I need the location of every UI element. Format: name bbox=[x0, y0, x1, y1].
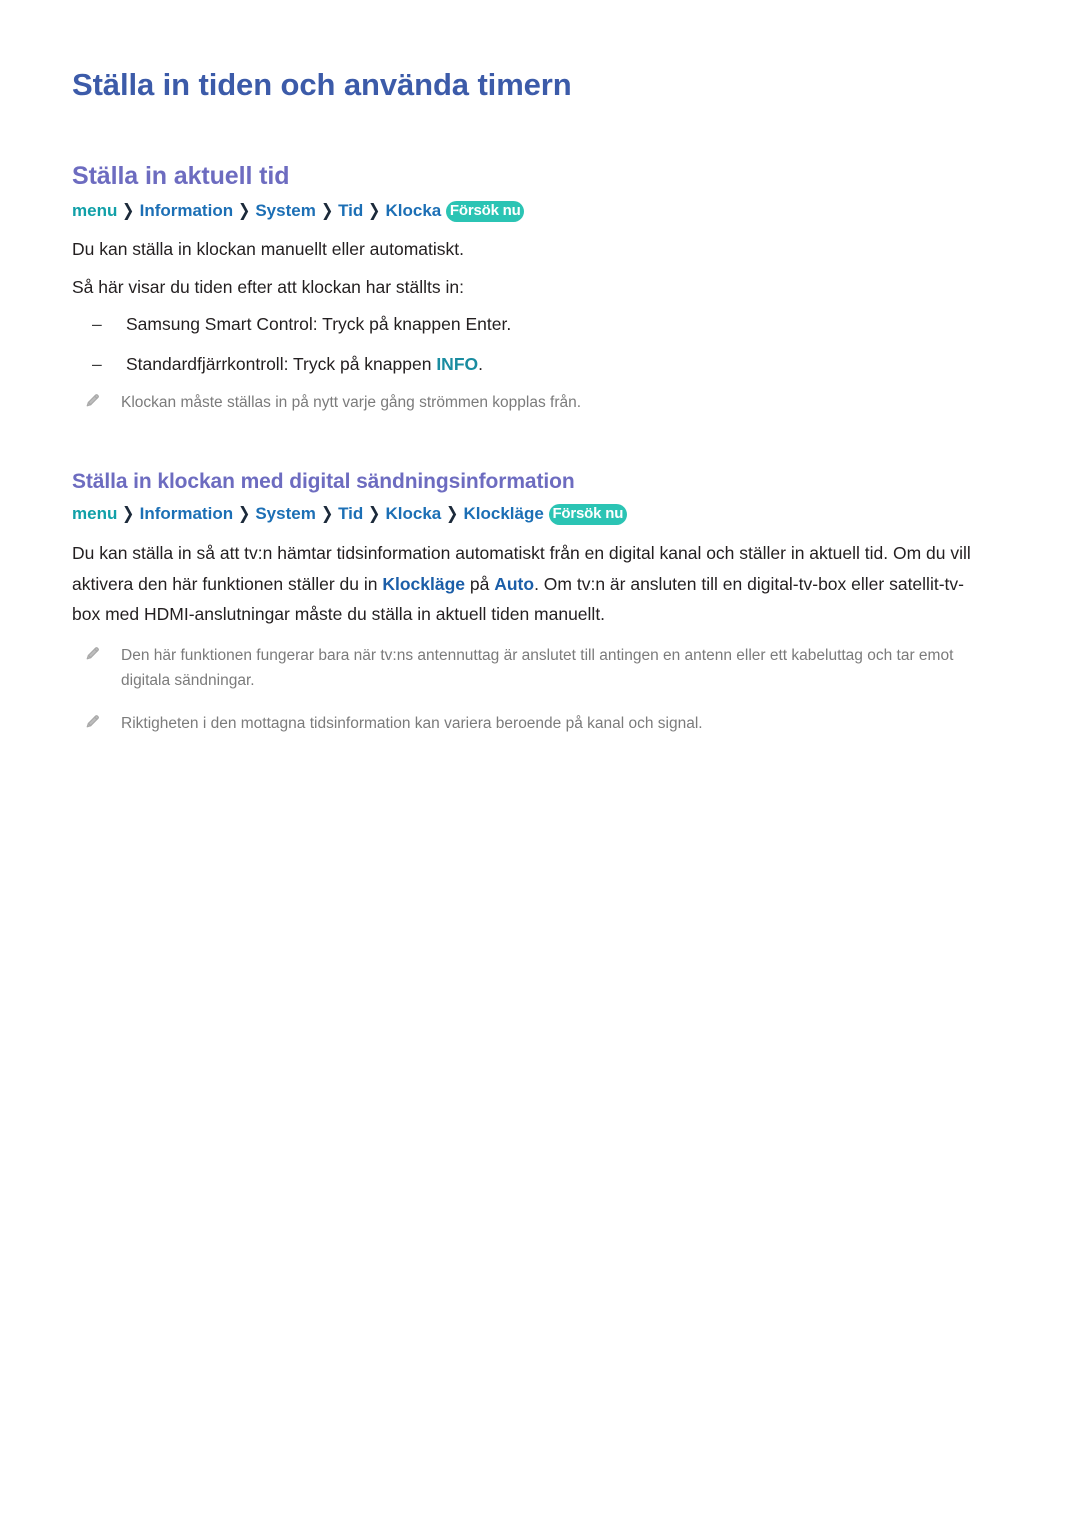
paragraph: Du kan ställa in så att tv:n hämtar tids… bbox=[72, 538, 976, 628]
paragraph: Du kan ställa in klockan manuellt eller … bbox=[72, 239, 464, 260]
note: Den här funktionen fungerar bara när tv:… bbox=[72, 643, 976, 693]
note-text: Klockan måste ställas in på nytt varje g… bbox=[121, 394, 582, 412]
list-item-label: Standardfjärrkontroll: Tryck på knappen bbox=[126, 354, 437, 375]
list-item-label: Samsung Smart Control: Tryck på knappen … bbox=[126, 314, 512, 335]
paragraph-part: på bbox=[465, 573, 495, 594]
breadcrumb-item-klocka[interactable]: Klocka bbox=[386, 504, 442, 523]
section-stalla-in-klockan-digital: Ställa in klockan med digital sändningsi… bbox=[72, 469, 976, 736]
note-text: Riktigheten i den mottagna tidsinformati… bbox=[121, 714, 703, 732]
breadcrumb-item-klocklage[interactable]: Klockläge bbox=[464, 504, 544, 523]
document-page: Ställa in tiden och använda timern Ställ… bbox=[0, 0, 1080, 1527]
chevron-right-icon: ❯ bbox=[368, 201, 381, 221]
note: Riktigheten i den mottagna tidsinformati… bbox=[72, 711, 976, 736]
chevron-right-icon: ❯ bbox=[446, 504, 459, 524]
section-heading: Ställa in klockan med digital sändningsi… bbox=[72, 470, 575, 494]
try-now-badge[interactable]: Försök nu bbox=[446, 201, 525, 223]
breadcrumb: menu ❯ Information ❯ System ❯ Tid ❯ Klocka ❯ Klock… bbox=[72, 503, 976, 526]
auto-highlight: Auto bbox=[494, 573, 535, 594]
klocklage-highlight: Klockläge bbox=[382, 573, 466, 594]
chevron-right-icon: ❯ bbox=[238, 201, 251, 221]
note: Klockan måste ställas in på nytt varje g… bbox=[72, 390, 976, 415]
info-button-highlight: INFO bbox=[436, 354, 479, 375]
pencil-icon bbox=[84, 645, 101, 662]
chevron-right-icon: ❯ bbox=[238, 504, 251, 524]
list-item-label-suffix: . bbox=[478, 354, 483, 375]
note-text: Den här funktionen fungerar bara när tv:… bbox=[121, 646, 954, 689]
instruction-list: – Samsung Smart Control: Tryck på knappen… bbox=[72, 310, 976, 378]
section-heading: Ställa in aktuell tid bbox=[72, 162, 290, 191]
breadcrumb-item-tid[interactable]: Tid bbox=[338, 504, 363, 523]
breadcrumb-item-information[interactable]: Information bbox=[140, 504, 234, 523]
chevron-right-icon: ❯ bbox=[368, 504, 381, 524]
breadcrumb-item-klocka[interactable]: Klocka bbox=[386, 201, 442, 220]
list-item: – Samsung Smart Control: Tryck på knappen… bbox=[72, 310, 976, 338]
page-title: Ställa in tiden och använda timern bbox=[72, 67, 572, 102]
dash-bullet: – bbox=[92, 354, 102, 375]
chevron-right-icon: ❯ bbox=[122, 504, 135, 524]
dash-bullet: – bbox=[92, 314, 102, 335]
try-now-badge[interactable]: Försök nu bbox=[548, 504, 627, 526]
chevron-right-icon: ❯ bbox=[320, 201, 334, 221]
section-stalla-in-aktuell-tid: Ställa in aktuell tid menu ❯ Information ❯ S… bbox=[72, 161, 976, 415]
breadcrumb-item-tid[interactable]: Tid bbox=[338, 201, 363, 220]
pencil-icon bbox=[84, 392, 101, 409]
breadcrumb-root[interactable]: menu bbox=[72, 504, 117, 523]
paragraph: Så här visar du tiden efter att klockan … bbox=[72, 276, 464, 297]
pencil-icon bbox=[84, 713, 101, 730]
chevron-right-icon: ❯ bbox=[320, 504, 334, 524]
breadcrumb-item-system[interactable]: System bbox=[255, 504, 315, 523]
breadcrumb-root[interactable]: menu bbox=[72, 201, 117, 220]
chevron-right-icon: ❯ bbox=[122, 201, 135, 221]
breadcrumb: menu ❯ Information ❯ System ❯ Tid ❯ Klocka Försök… bbox=[72, 200, 976, 223]
breadcrumb-item-information[interactable]: Information bbox=[140, 201, 234, 220]
breadcrumb-item-system[interactable]: System bbox=[255, 201, 315, 220]
list-item: – Standardfjärrkontroll: Tryck på knappen… bbox=[72, 350, 976, 378]
